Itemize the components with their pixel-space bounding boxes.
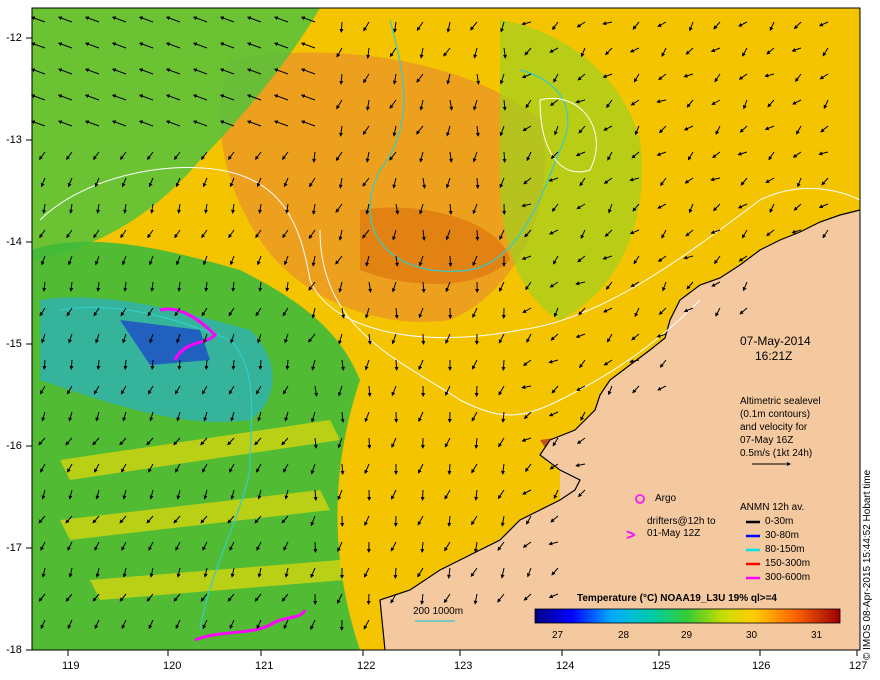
drifters-label: 01-May 12Z: [647, 528, 701, 539]
anmn-item-label: 80-150m: [765, 544, 805, 555]
lat-label: -14: [6, 236, 22, 248]
lat-label: -13: [6, 134, 22, 146]
colorbar-tick: 28: [618, 630, 630, 641]
lat-label: -15: [6, 338, 22, 350]
altimetry-text: and velocity for: [740, 422, 808, 433]
lon-label: 125: [652, 660, 671, 672]
colorbar-tick: 29: [681, 630, 693, 641]
colorbar-title: Temperature (°C) NOAA19_L3U 19% ql>=4: [577, 593, 777, 604]
anmn-item-label: 150-300m: [765, 558, 811, 569]
lon-label: 120: [163, 660, 182, 672]
velocity-arrow: [367, 437, 372, 449]
colorbar-tick: 30: [746, 630, 758, 641]
lon-label: 119: [62, 660, 80, 672]
anmn-item-label: 30-80m: [765, 530, 799, 541]
lon-label: 123: [454, 660, 473, 672]
lon-label: 127: [849, 660, 868, 672]
drifter-icon: >: [626, 527, 635, 544]
altimetry-text: 0.5m/s (1kt 24h): [740, 448, 813, 459]
altimetry-text: 07-May 16Z: [740, 435, 794, 446]
velocity-arrow: [501, 359, 506, 371]
colorbar-tick: 31: [811, 630, 823, 641]
velocity-arrow: [339, 21, 344, 33]
velocity-arrow: [313, 541, 318, 553]
date-label: 07-May-2014: [740, 334, 811, 348]
lat-label: -16: [6, 440, 22, 452]
colorbar-tick: 27: [552, 630, 564, 641]
lat-label: -17: [6, 542, 22, 554]
velocity-arrow: [474, 385, 479, 397]
colorbar: [534, 608, 841, 624]
velocity-arrow: [393, 567, 398, 579]
velocity-arrow: [502, 151, 507, 163]
velocity-arrow: [366, 593, 371, 605]
lon-label: 121: [255, 660, 274, 672]
altimetry-text: Altimetric sealevel: [740, 396, 821, 407]
velocity-arrow: [394, 359, 399, 371]
lon-label: 122: [357, 660, 376, 672]
credit-text: © IMOS 08-Apr-2015 15:44:52 Hobart time: [862, 469, 873, 660]
lon-label: 124: [556, 660, 575, 672]
drifters-label: drifters@12h to: [647, 516, 716, 527]
velocity-arrow: [447, 463, 452, 475]
velocity-arrow: [421, 333, 426, 345]
lat-label: -18: [6, 644, 22, 656]
time-label: 16:21Z: [755, 349, 793, 363]
anmn-title: ANMN 12h av.: [740, 502, 805, 513]
altimetry-text: (0.1m contours): [740, 409, 811, 420]
lat-label: -12: [6, 32, 22, 44]
isobath-label: 200 1000m: [413, 606, 464, 617]
lon-label: 126: [752, 660, 771, 672]
argo-label: Argo: [655, 493, 677, 504]
anmn-item-label: 0-30m: [765, 516, 794, 527]
anmn-item-label: 300-600m: [765, 572, 811, 583]
velocity-arrow: [448, 255, 453, 267]
velocity-arrow: [340, 463, 345, 475]
velocity-arrow: [420, 489, 425, 501]
velocity-arrow: [475, 229, 480, 241]
